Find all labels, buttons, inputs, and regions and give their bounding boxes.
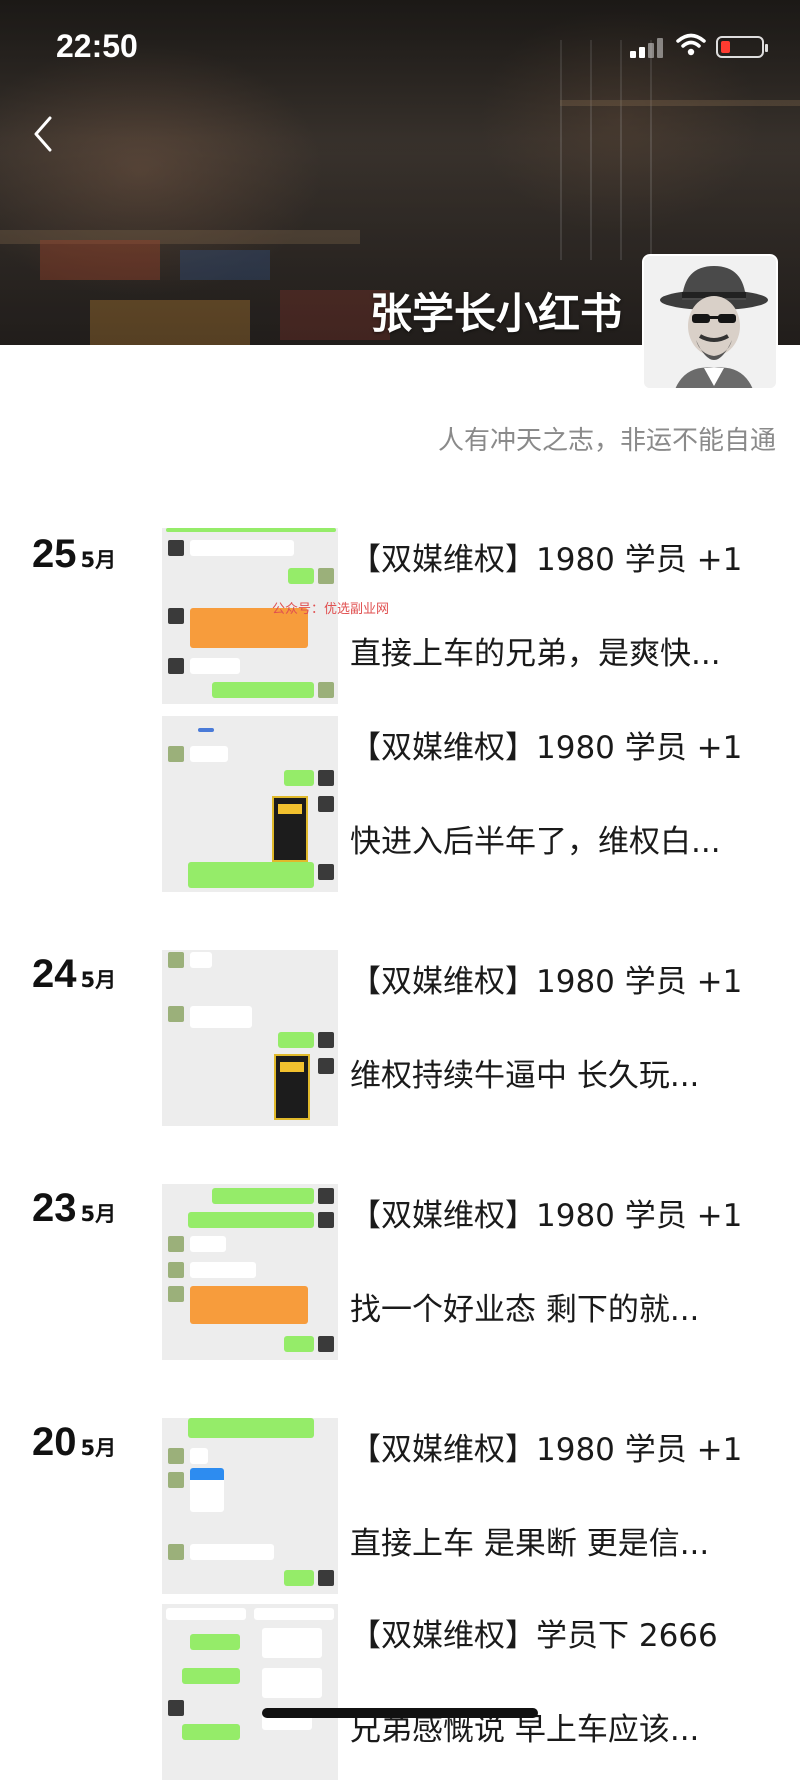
battery-icon xyxy=(716,36,768,58)
day-label: 23 5月 xyxy=(32,1186,116,1231)
post-title: 【双媒维权】学员下 2666 xyxy=(350,1618,718,1654)
watermark-text: 公众号：优选副业网 xyxy=(272,602,390,617)
post-excerpt: 维权持续牛逼中 长久玩... xyxy=(350,1058,700,1094)
post-card[interactable]: 【双媒维权】1980 学员 +1 找一个好业态 剩下的就... xyxy=(162,1184,782,1360)
wifi-icon xyxy=(676,33,706,56)
post-title: 【双媒维权】1980 学员 +1 xyxy=(350,1432,743,1468)
day-month: 5月 xyxy=(80,968,117,992)
post-excerpt: 快进入后半年了，维权白... xyxy=(350,824,721,860)
post-thumbnail xyxy=(162,716,338,892)
day-number: 25 xyxy=(32,532,77,576)
post-card[interactable]: 【双媒维权】1980 学员 +1 直接上车 是果断 更是信... xyxy=(162,1418,782,1594)
avatar[interactable] xyxy=(642,254,778,390)
profile-bio: 人有冲天之志，非运不能自通 xyxy=(437,426,776,456)
post-thumbnail xyxy=(162,1418,338,1594)
post-title: 【双媒维权】1980 学员 +1 xyxy=(350,542,743,578)
day-month: 5月 xyxy=(80,1202,117,1226)
status-time: 22:50 xyxy=(56,28,138,64)
profile-name: 张学长小红书 xyxy=(369,289,622,338)
day-label: 20 5月 xyxy=(32,1420,116,1465)
post-thumbnail xyxy=(162,1604,338,1780)
post-title: 【双媒维权】1980 学员 +1 xyxy=(350,1198,743,1234)
post-card[interactable]: 公众号：优选副业网 【双媒维权】1980 学员 +1 直接上车的兄弟，是爽快..… xyxy=(162,528,782,704)
post-card[interactable]: 【双媒维权】学员下 2666 兄弟感慨说 早上车应该... xyxy=(162,1604,782,1780)
day-label: 24 5月 xyxy=(32,952,116,997)
post-card[interactable]: 【双媒维权】1980 学员 +1 维权持续牛逼中 长久玩... xyxy=(162,950,782,1126)
chevron-left-icon[interactable] xyxy=(26,112,62,156)
home-indicator xyxy=(262,1708,538,1718)
day-number: 24 xyxy=(32,952,77,996)
post-title: 【双媒维权】1980 学员 +1 xyxy=(350,730,743,766)
status-bar: 22:50 xyxy=(0,0,800,96)
post-excerpt: 直接上车的兄弟，是爽快... xyxy=(350,636,721,672)
day-number: 23 xyxy=(32,1186,77,1230)
post-card[interactable]: 【双媒维权】1980 学员 +1 快进入后半年了，维权白... xyxy=(162,716,782,892)
day-month: 5月 xyxy=(80,548,117,572)
post-title: 【双媒维权】1980 学员 +1 xyxy=(350,964,743,1000)
day-label: 25 5月 xyxy=(32,532,116,577)
signal-icon xyxy=(630,36,666,58)
day-month: 5月 xyxy=(80,1436,117,1460)
post-excerpt: 直接上车 是果断 更是信... xyxy=(350,1526,710,1562)
day-number: 20 xyxy=(32,1420,77,1464)
post-excerpt: 找一个好业态 剩下的就... xyxy=(350,1292,700,1328)
post-thumbnail xyxy=(162,1184,338,1360)
post-thumbnail xyxy=(162,950,338,1126)
